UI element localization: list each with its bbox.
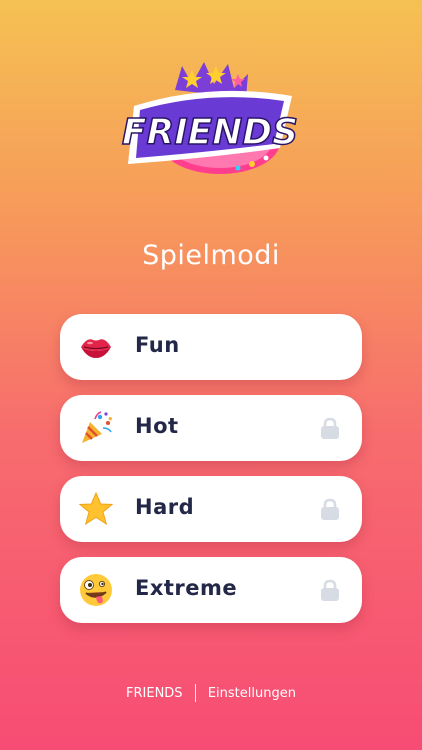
friends-logo: FRIENDS xyxy=(120,60,302,182)
lock-icon xyxy=(320,579,340,601)
mode-card-hot[interactable]: Hot xyxy=(60,395,362,461)
footer-divider xyxy=(194,684,196,702)
star-icon xyxy=(78,491,114,527)
zany-face-icon xyxy=(78,572,114,608)
mode-label-extreme: Extreme xyxy=(135,576,238,600)
mode-label-fun: Fun xyxy=(135,333,180,357)
settings-link[interactable]: Einstellungen xyxy=(208,686,296,701)
party-popper-icon xyxy=(78,410,114,446)
footer-brand-link[interactable]: FRIENDS xyxy=(126,686,183,701)
mode-card-hard[interactable]: Hard xyxy=(60,476,362,542)
lock-icon xyxy=(320,498,340,520)
mode-card-extreme[interactable]: Extreme xyxy=(60,557,362,623)
svg-text:FRIENDS: FRIENDS xyxy=(122,112,298,153)
mode-label-hot: Hot xyxy=(135,414,179,438)
lips-icon xyxy=(78,329,114,365)
mode-card-fun[interactable]: Fun xyxy=(60,314,362,380)
page-title: Spielmodi xyxy=(142,240,280,271)
mode-label-hard: Hard xyxy=(135,495,195,519)
lock-icon xyxy=(320,417,340,439)
footer: FRIENDS Einstellungen xyxy=(0,684,422,702)
friends-logo-graphic: FRIENDS xyxy=(121,62,299,174)
